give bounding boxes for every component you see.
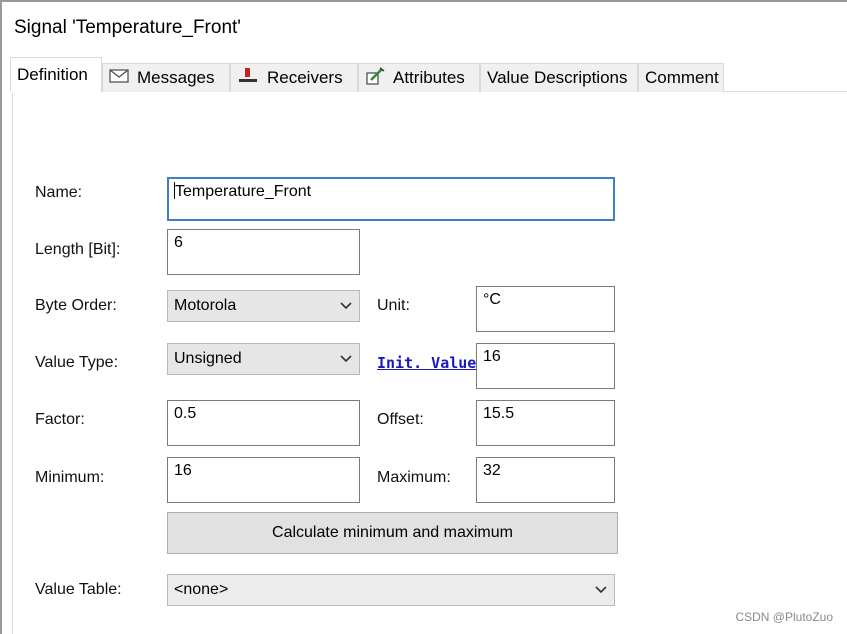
unit-value: °C [483, 291, 501, 308]
minimum-value: 16 [174, 462, 192, 479]
envelope-icon [109, 68, 129, 88]
chevron-down-icon [340, 302, 352, 310]
window-title: Signal 'Temperature_Front' [14, 17, 241, 38]
tab-strip: Definition Messages Receivers Attributes… [2, 50, 847, 94]
value-table-value: <none> [174, 581, 229, 598]
definition-panel: Name: Temperature_Front Length [Bit]: 6 … [12, 93, 847, 634]
tab-label: Messages [137, 68, 215, 87]
tab-definition[interactable]: Definition [10, 57, 102, 92]
edit-attribute-icon [365, 66, 385, 90]
factor-label: Factor: [35, 411, 85, 428]
factor-value: 0.5 [174, 405, 197, 422]
byte-order-select[interactable]: Motorola [167, 290, 360, 322]
signal-dialog: Signal 'Temperature_Front' Definition Me… [0, 0, 847, 634]
tab-value-descriptions[interactable]: Value Descriptions [480, 63, 638, 92]
maximum-input[interactable]: 32 [476, 457, 615, 503]
name-value: Temperature_Front [175, 183, 312, 200]
tab-label: Receivers [267, 68, 343, 87]
unit-label: Unit: [377, 297, 410, 314]
minimum-label: Minimum: [35, 469, 105, 486]
tab-label: Comment [645, 68, 719, 87]
maximum-value: 32 [483, 462, 501, 479]
length-label: Length [Bit]: [35, 241, 121, 258]
watermark: CSDN @PlutoZuo [735, 610, 833, 624]
tab-comment[interactable]: Comment [638, 63, 724, 92]
tab-label: Definition [17, 65, 88, 84]
calculate-min-max-button[interactable]: Calculate minimum and maximum [167, 512, 618, 554]
tab-attributes[interactable]: Attributes [358, 63, 480, 92]
tab-receivers[interactable]: Receivers [230, 63, 358, 92]
init-value-value: 16 [483, 348, 501, 365]
tab-messages[interactable]: Messages [102, 63, 230, 92]
length-input[interactable]: 6 [167, 229, 360, 275]
length-value: 6 [174, 234, 183, 251]
minimum-input[interactable]: 16 [167, 457, 360, 503]
unit-input[interactable]: °C [476, 286, 615, 332]
byte-order-value: Motorola [174, 297, 237, 314]
receiver-node-icon [237, 67, 259, 90]
value-type-value: Unsigned [174, 350, 242, 367]
offset-value: 15.5 [483, 405, 515, 422]
offset-label: Offset: [377, 411, 424, 428]
value-table-label: Value Table: [35, 581, 122, 598]
tab-label: Attributes [393, 68, 465, 87]
chevron-down-icon [340, 355, 352, 363]
byte-order-label: Byte Order: [35, 297, 117, 314]
init-value-link[interactable]: Init. Value [377, 354, 477, 372]
chevron-down-icon [595, 586, 607, 594]
factor-input[interactable]: 0.5 [167, 400, 360, 446]
maximum-label: Maximum: [377, 469, 451, 486]
title-bar: Signal 'Temperature_Front' [2, 2, 847, 50]
value-table-select[interactable]: <none> [167, 574, 615, 606]
value-type-label: Value Type: [35, 354, 119, 371]
init-value-input[interactable]: 16 [476, 343, 615, 389]
name-input[interactable]: Temperature_Front [167, 177, 615, 221]
offset-input[interactable]: 15.5 [476, 400, 615, 446]
value-type-select[interactable]: Unsigned [167, 343, 360, 375]
name-label: Name: [35, 184, 83, 201]
tab-label: Value Descriptions [487, 68, 628, 87]
